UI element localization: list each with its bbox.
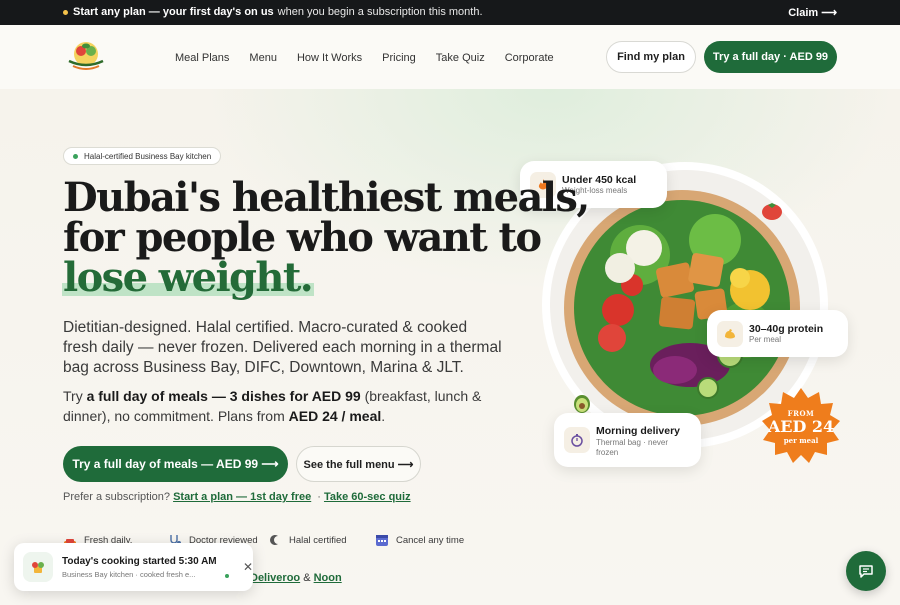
claim-link[interactable]: Claim ⟶ (788, 6, 837, 19)
delivery-ampersand: & (303, 572, 311, 584)
prefer-text: Prefer a subscription? (63, 491, 170, 503)
announcement-dot (63, 10, 68, 15)
nav-meal-plans[interactable]: Meal Plans (175, 52, 229, 64)
price-starburst-badge: FROM AED 24 per meal (760, 386, 842, 468)
nav-take-quiz[interactable]: Take Quiz (436, 52, 485, 64)
protein-title: 30–40g protein (749, 323, 824, 335)
chat-button[interactable] (846, 551, 886, 591)
delivery-title: Morning delivery (596, 425, 681, 437)
nav-menu[interactable]: Menu (249, 52, 277, 64)
headline-line-3: lose weight. (61, 254, 315, 301)
nav-how-it-works[interactable]: How It Works (297, 52, 362, 64)
protein-card: 30–40g protein Per meal (707, 310, 848, 357)
chat-icon (859, 565, 873, 578)
cooking-toast: Today's cooking started 5:30 AM Business… (14, 543, 253, 591)
muscle-icon (717, 321, 743, 347)
take-quiz-link[interactable]: Take 60-sec quiz (324, 491, 411, 503)
hero-headline: Dubai's healthiest meals, for people who… (61, 174, 590, 301)
halal-badge: Halal-certified Business Bay kitchen (63, 147, 222, 165)
tomato-icon (762, 203, 782, 220)
offer-bold-1: a full day of meals — 3 dishes for AED 9… (86, 388, 361, 404)
avocado-icon (574, 395, 590, 413)
see-full-menu-button[interactable]: See the full menu ⟶ (296, 446, 421, 482)
nav-corporate[interactable]: Corporate (505, 52, 554, 64)
trust-halal-label: Halal certified (289, 534, 347, 546)
protein-subtitle: Per meal (749, 335, 782, 344)
announcement-rest: when you begin a subscription this month… (277, 6, 483, 18)
offer-pre: Try (63, 388, 87, 404)
trust-item-halal: Halal certified (268, 533, 347, 547)
price-per: per meal (783, 436, 819, 445)
headline-line-1: Dubai's healthiest meals, (63, 174, 590, 221)
price-value: AED 24 (767, 417, 835, 436)
find-my-plan-button[interactable]: Find my plan (606, 41, 696, 73)
halal-icon (270, 535, 278, 545)
toast-title: Today's cooking started 5:30 AM (62, 556, 217, 567)
main-nav: Meal Plans Menu How It Works Pricing Tak… (175, 52, 574, 64)
announcement-bold: Start any plan — your first day's on us (73, 6, 274, 18)
trust-item-cancel: Cancel any time (375, 533, 464, 547)
site-header: Meal Plans Menu How It Works Pricing Tak… (0, 25, 900, 89)
chef-icon (23, 552, 53, 582)
badge-dot (73, 154, 78, 159)
subscription-prompt: Prefer a subscription? Start a plan — 1s… (63, 491, 411, 503)
deliveroo-link[interactable]: Deliveroo (250, 572, 300, 584)
trust-cancel-label: Cancel any time (396, 534, 465, 546)
nav-pricing[interactable]: Pricing (382, 52, 416, 64)
live-indicator (225, 574, 229, 578)
stopwatch-icon (564, 427, 590, 453)
try-full-day-header-button[interactable]: Try a full day · AED 99 (704, 41, 837, 73)
try-full-day-cta-button[interactable]: Try a full day of meals — AED 99 ⟶ (63, 446, 288, 482)
delivery-card: Morning delivery Thermal bag · never fro… (554, 413, 701, 467)
hero-subtitle: Dietitian-designed. Halal certified. Mac… (63, 319, 502, 376)
noon-link[interactable]: Noon (314, 572, 342, 584)
delivery-subtitle: Thermal bag · never frozen (596, 438, 669, 457)
close-icon[interactable]: ✕ (243, 560, 253, 574)
announcement-bar: Start any plan — your first day's on us w… (0, 0, 900, 25)
delivery-partners: Deliveroo & Noon (250, 572, 342, 584)
toast-subtitle: Business Bay kitchen · cooked fresh e... (62, 570, 196, 579)
halal-badge-label: Halal-certified Business Bay kitchen (84, 151, 212, 161)
offer-end: . (381, 408, 386, 424)
logo[interactable] (65, 39, 107, 73)
offer-bold-2: AED 24 / meal (288, 408, 382, 424)
calendar-icon (376, 535, 388, 546)
start-plan-link[interactable]: Start a plan — 1st day free (173, 491, 311, 503)
headline-line-2: for people who want to (63, 214, 542, 261)
prefer-separator: · (317, 491, 321, 503)
announcement-message: Start any plan — your first day's on us w… (73, 6, 483, 18)
hero-offer: Try a full day of meals — 3 dishes for A… (63, 386, 483, 426)
